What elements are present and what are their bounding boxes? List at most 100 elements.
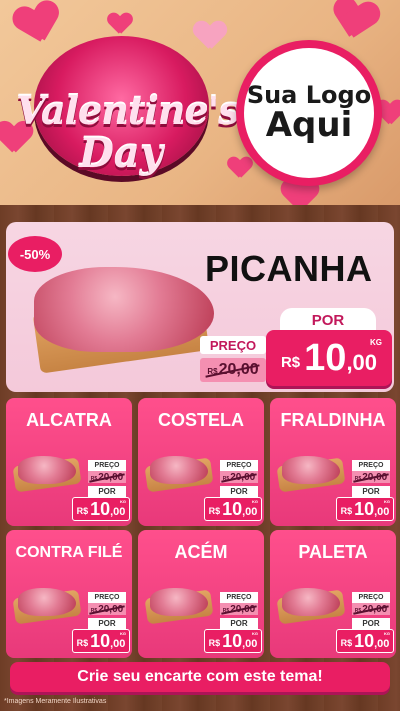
old-price-amount: 20,00 xyxy=(218,361,259,378)
old-price-currency: R$ xyxy=(354,475,362,482)
new-price: R$ 10,00 KG xyxy=(72,497,130,521)
new-price-integer: 10 xyxy=(90,498,111,519)
new-price-integer: 10 xyxy=(354,630,375,651)
old-price-value: R$20,00 xyxy=(223,472,255,483)
meat-image xyxy=(18,588,76,616)
logo-text-line2: Aqui xyxy=(265,104,353,145)
product-card[interactable]: ALCATRA PREÇO R$20,00 POR R$ 10,00 KG xyxy=(6,398,132,526)
meat-image xyxy=(282,456,340,484)
heart-icon xyxy=(228,157,252,179)
create-flyer-button[interactable]: Crie seu encarte com este tema! xyxy=(10,662,390,692)
old-price-value: R$20,00 xyxy=(223,604,255,615)
new-price-currency: R$ xyxy=(280,353,301,371)
old-price-label: PREÇO xyxy=(352,460,390,471)
old-price-label: PREÇO xyxy=(220,460,258,471)
new-price-currency: R$ xyxy=(340,506,353,516)
old-price-label: PREÇO xyxy=(220,592,258,603)
picanha-image xyxy=(34,267,214,352)
meat-image xyxy=(282,588,340,616)
new-price: R$ 10,00 KG xyxy=(204,629,262,653)
product-card[interactable]: PALETA PREÇO R$20,00 POR R$ 10,00 KG xyxy=(270,530,396,658)
new-price: R$ 10,00 KG xyxy=(204,497,262,521)
new-price: R$ 10,00 KG xyxy=(336,497,394,521)
meat-image xyxy=(150,456,208,484)
theme-title-line2: Day xyxy=(79,130,163,177)
new-price-decimal: ,00 xyxy=(110,505,126,518)
new-price-label: POR xyxy=(220,618,258,629)
old-price: R$20,00 xyxy=(200,358,266,382)
product-card[interactable]: ACÉM PREÇO R$20,00 POR R$ 10,00 KG xyxy=(138,530,264,658)
product-card[interactable]: CONTRA FILÉ PREÇO R$20,00 POR R$ 10,00 KG xyxy=(6,530,132,658)
old-price: R$20,00 xyxy=(352,471,390,483)
new-price: R$ 10 ,00 KG xyxy=(266,330,392,386)
new-price-integer: 10 xyxy=(222,630,243,651)
footnote: *Imagens Meramente Ilustrativas xyxy=(4,698,107,705)
unit-label: KG xyxy=(120,499,126,504)
unit-label: KG xyxy=(252,631,258,636)
old-price-amount: 20,00 xyxy=(98,471,124,483)
product-card[interactable]: COSTELA PREÇO R$20,00 POR R$ 10,00 KG xyxy=(138,398,264,526)
product-name: ALCATRA xyxy=(26,410,112,430)
old-price-currency: R$ xyxy=(222,607,230,614)
new-price-decimal: ,00 xyxy=(346,350,378,375)
new-price-currency: R$ xyxy=(76,506,89,516)
unit-label: KG xyxy=(370,338,382,347)
old-price-value: R$20,00 xyxy=(91,472,123,483)
new-price-label: POR xyxy=(88,486,126,497)
old-price-value: R$20,00 xyxy=(355,472,387,483)
new-price-currency: R$ xyxy=(208,638,221,648)
product-name: ACÉM xyxy=(174,542,228,562)
new-price-decimal: ,00 xyxy=(242,637,258,650)
new-price-integer: 10 xyxy=(354,498,375,519)
old-price: R$20,00 xyxy=(220,603,258,615)
unit-label: KG xyxy=(384,631,390,636)
new-price-label: POR xyxy=(88,618,126,629)
new-price: R$ 10,00 KG xyxy=(72,629,130,653)
old-price-value: R$20,00 xyxy=(91,604,123,615)
old-price-currency: R$ xyxy=(354,607,362,614)
unit-label: KG xyxy=(384,499,390,504)
new-price-label: POR xyxy=(280,308,376,332)
old-price-amount: 20,00 xyxy=(98,603,124,615)
new-price-currency: R$ xyxy=(340,638,353,648)
meat-image xyxy=(18,456,76,484)
old-price-label: PREÇO xyxy=(200,336,266,354)
featured-product-name: PICANHA xyxy=(205,248,373,289)
old-price: R$20,00 xyxy=(88,471,126,483)
new-price-decimal: ,00 xyxy=(110,637,126,650)
logo-placeholder[interactable]: Sua Logo Aqui xyxy=(236,40,382,186)
new-price-currency: R$ xyxy=(208,506,221,516)
new-price: R$ 10,00 KG xyxy=(336,629,394,653)
old-price: R$20,00 xyxy=(220,471,258,483)
new-price-integer: 10 xyxy=(90,630,111,651)
old-price-label: PREÇO xyxy=(352,592,390,603)
old-price-label: PREÇO xyxy=(88,592,126,603)
new-price-label: POR xyxy=(220,486,258,497)
old-price-label: PREÇO xyxy=(88,460,126,471)
old-price-value: R$20,00 xyxy=(207,361,258,379)
theme-title-line1: Valentine's xyxy=(16,88,240,133)
new-price-integer: 10 xyxy=(304,336,347,379)
heart-icon xyxy=(329,0,380,44)
product-name: CONTRA FILÉ xyxy=(15,544,123,561)
new-price-decimal: ,00 xyxy=(242,505,258,518)
new-price-decimal: ,00 xyxy=(374,637,390,650)
old-price-currency: R$ xyxy=(90,607,98,614)
discount-badge: -50% xyxy=(8,236,62,272)
old-price: R$20,00 xyxy=(352,603,390,615)
unit-label: KG xyxy=(120,631,126,636)
logo-text-line1: Sua Logo xyxy=(246,80,372,109)
old-price-amount: 20,00 xyxy=(362,603,388,615)
new-price-currency: R$ xyxy=(76,638,89,648)
old-price-amount: 20,00 xyxy=(230,603,256,615)
new-price-integer: 10 xyxy=(222,498,243,519)
meat-image xyxy=(150,588,208,616)
header-banner: Valentine's Day Sua Logo Aqui xyxy=(0,0,400,205)
product-name: COSTELA xyxy=(157,410,244,430)
old-price-currency: R$ xyxy=(222,475,230,482)
product-card[interactable]: FRALDINHA PREÇO R$20,00 POR R$ 10,00 KG xyxy=(270,398,396,526)
product-name: PALETA xyxy=(298,542,368,562)
old-price: R$20,00 xyxy=(88,603,126,615)
old-price-amount: 20,00 xyxy=(362,471,388,483)
new-price-label: POR xyxy=(352,486,390,497)
